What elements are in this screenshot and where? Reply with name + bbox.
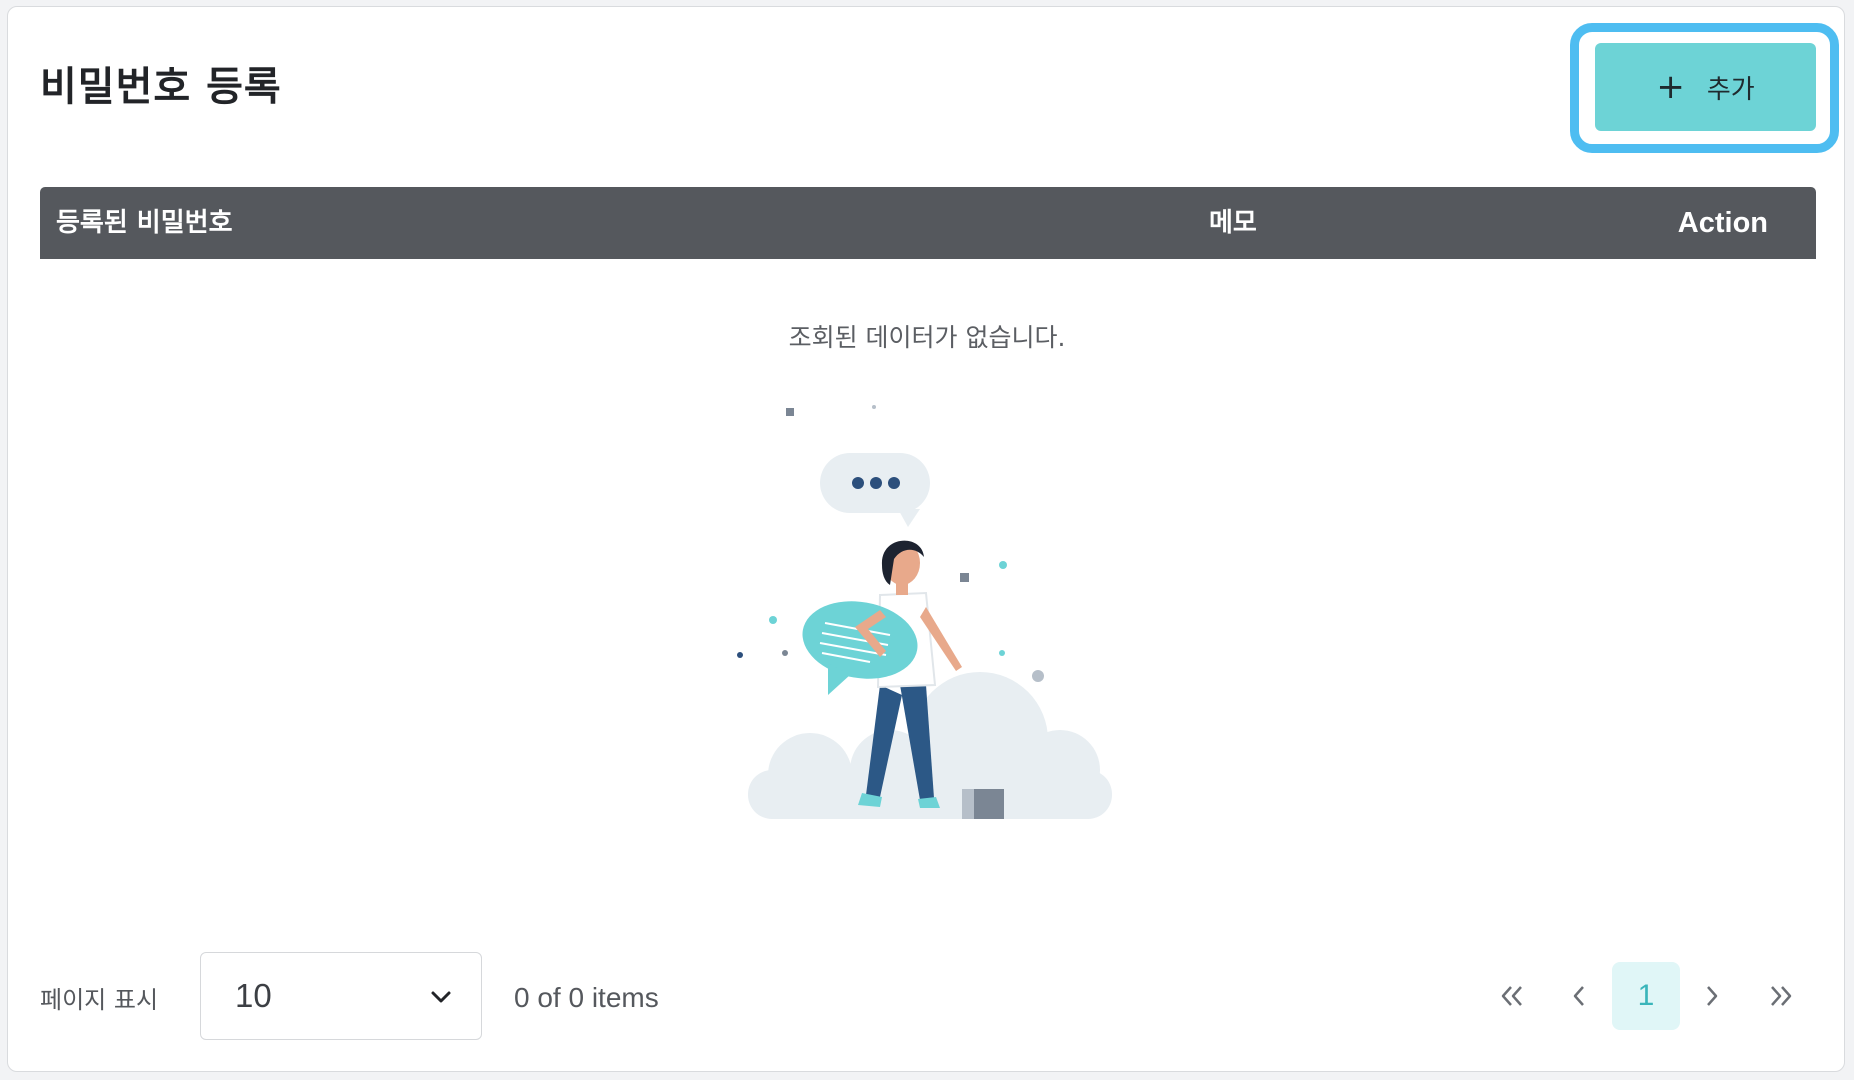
page-size-label: 페이지 표시 [40, 986, 159, 1014]
column-header-password: 등록된 비밀번호 [56, 208, 233, 238]
page-title: 비밀번호 등록 [40, 64, 282, 110]
last-page-button[interactable] [1747, 962, 1815, 1030]
chevron-down-icon [431, 991, 451, 1003]
plus-icon: + [1656, 67, 1685, 107]
items-count: 0 of 0 items [514, 982, 659, 1013]
empty-state-message: 조회된 데이터가 없습니다. [788, 323, 1066, 352]
table-header: 등록된 비밀번호 메모 Action [40, 187, 1816, 259]
first-page-button[interactable] [1478, 962, 1546, 1030]
empty-state-illustration [737, 405, 1112, 819]
add-button[interactable]: + 추가 [1595, 43, 1816, 131]
chevron-left-icon [1573, 986, 1584, 1006]
double-chevron-left-icon [1501, 986, 1522, 1006]
chevron-right-icon [1707, 986, 1718, 1006]
next-page-button[interactable] [1678, 962, 1746, 1030]
page-size-select[interactable]: 10 [200, 952, 482, 1040]
page-button-current[interactable]: 1 [1612, 962, 1680, 1030]
column-header-action: Action [1677, 207, 1768, 239]
column-header-memo: 메모 [1209, 208, 1257, 238]
page-size-value: 10 [235, 977, 272, 1014]
prev-page-button[interactable] [1545, 962, 1613, 1030]
add-button-label: 추가 [1706, 74, 1755, 105]
double-chevron-right-icon [1771, 986, 1792, 1006]
